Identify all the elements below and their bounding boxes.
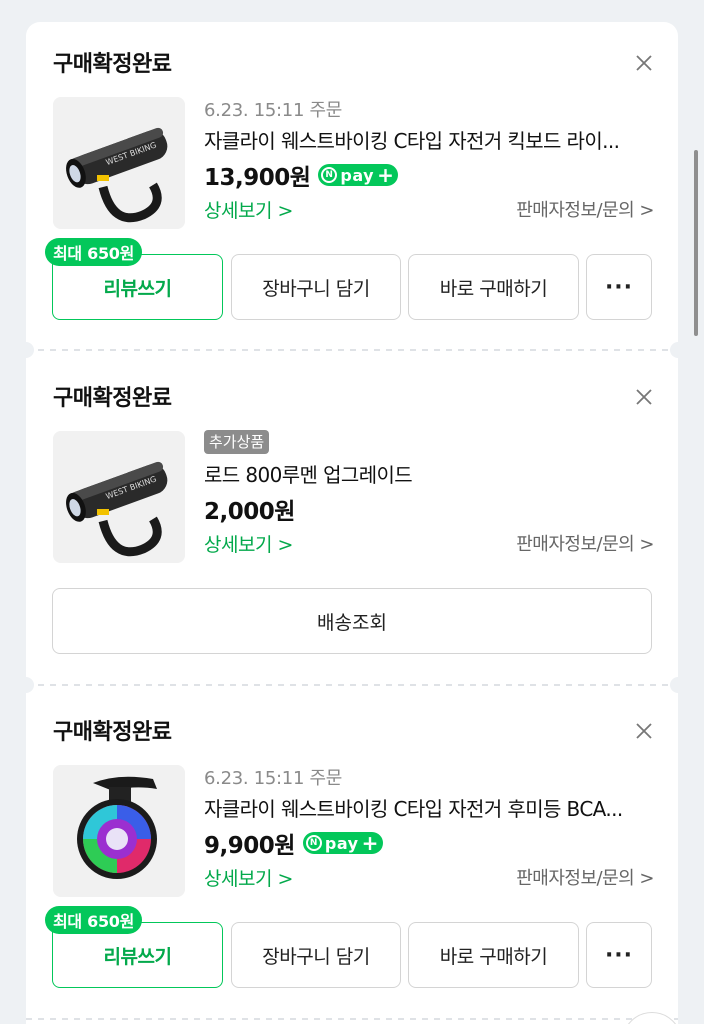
product-image[interactable]: WEST BIKING [53,431,185,563]
npay-plus-badge: N pay + [302,831,383,855]
product-info: 6.23. 15:11 주문 자클라이 웨스트바이킹 C타입 자전거 후미등 B… [204,764,654,891]
more-icon: ··· [604,274,634,300]
product-info: 추가상품 로드 800루멘 업그레이드 2,000원 상세보기 > 판매자정보/… [204,430,654,557]
order-date: 6.23. 15:11 주문 [204,768,343,789]
detail-link[interactable]: 상세보기 > [204,196,293,223]
link-row: 상세보기 > 판매자정보/문의 > [204,863,654,891]
price-row: 13,900원 N pay + [204,159,654,191]
product-image[interactable]: WEST BIKING [53,97,185,229]
seller-info-link[interactable]: 판매자정보/문의 > [516,196,654,222]
price-row: 9,900원 N pay + [204,827,654,859]
action-buttons: 리뷰쓰기 장바구니 담기 바로 구매하기 ··· [52,922,652,988]
buy-now-button[interactable]: 바로 구매하기 [408,922,579,988]
divider-notch [18,342,34,358]
npay-label: pay [340,165,375,185]
product-price: 13,900원 [204,165,311,191]
divider-notch [18,677,34,693]
close-icon[interactable] [630,717,658,745]
npay-label: pay [324,833,359,853]
product-name[interactable]: 자클라이 웨스트바이킹 C타입 자전거 후미등 BCA... [204,794,654,824]
divider-notch [670,342,686,358]
order-list: 구매확정완료 WEST BIKING 6.23. 15:11 주문 자클라이 웨… [18,22,686,1024]
seller-info-link[interactable]: 판매자정보/문의 > [516,530,654,556]
plus-icon: + [377,163,395,187]
order-date: 6.23. 15:11 주문 [204,100,343,121]
divider [26,684,678,686]
more-options-button[interactable]: ··· [586,254,652,320]
divider [26,349,678,351]
seller-info-link[interactable]: 판매자정보/문의 > [516,864,654,890]
close-icon[interactable] [630,49,658,77]
divider [26,1018,678,1020]
npay-n-icon: N [305,835,322,851]
order-status: 구매확정완료 [53,52,172,77]
product-price: 9,900원 [204,833,295,859]
npay-n-icon: N [321,167,338,183]
additional-item-badge: 추가상품 [204,430,270,454]
divider-notch [670,677,686,693]
action-buttons: 리뷰쓰기 장바구니 담기 바로 구매하기 ··· [52,254,652,320]
npay-plus-badge: N pay + [318,163,399,187]
link-row: 상세보기 > 판매자정보/문의 > [204,195,654,223]
more-icon: ··· [604,942,634,968]
product-name[interactable]: 로드 800루멘 업그레이드 [204,460,654,490]
more-options-button[interactable]: ··· [586,922,652,988]
link-row: 상세보기 > 판매자정보/문의 > [204,529,654,557]
product-image[interactable] [53,765,185,897]
add-to-cart-button[interactable]: 장바구니 담기 [231,922,401,988]
close-icon[interactable] [630,383,658,411]
product-name[interactable]: 자클라이 웨스트바이킹 C타입 자전거 킥보드 라이... [204,126,654,156]
order-status: 구매확정완료 [53,720,172,745]
delivery-tracking-button[interactable]: 배송조회 [52,588,652,654]
reward-badge: 최대 650원 [45,906,143,934]
price-row: 2,000원 [204,493,654,525]
reward-badge: 최대 650원 [45,238,143,266]
plus-icon: + [361,831,379,855]
product-info: 6.23. 15:11 주문 자클라이 웨스트바이킹 C타입 자전거 킥보드 라… [204,96,654,223]
order-status: 구매확정완료 [53,386,172,411]
product-price: 2,000원 [204,499,295,525]
detail-link[interactable]: 상세보기 > [204,864,293,891]
add-to-cart-button[interactable]: 장바구니 담기 [231,254,401,320]
scrollbar[interactable] [694,150,698,336]
detail-link[interactable]: 상세보기 > [204,530,293,557]
buy-now-button[interactable]: 바로 구매하기 [408,254,579,320]
